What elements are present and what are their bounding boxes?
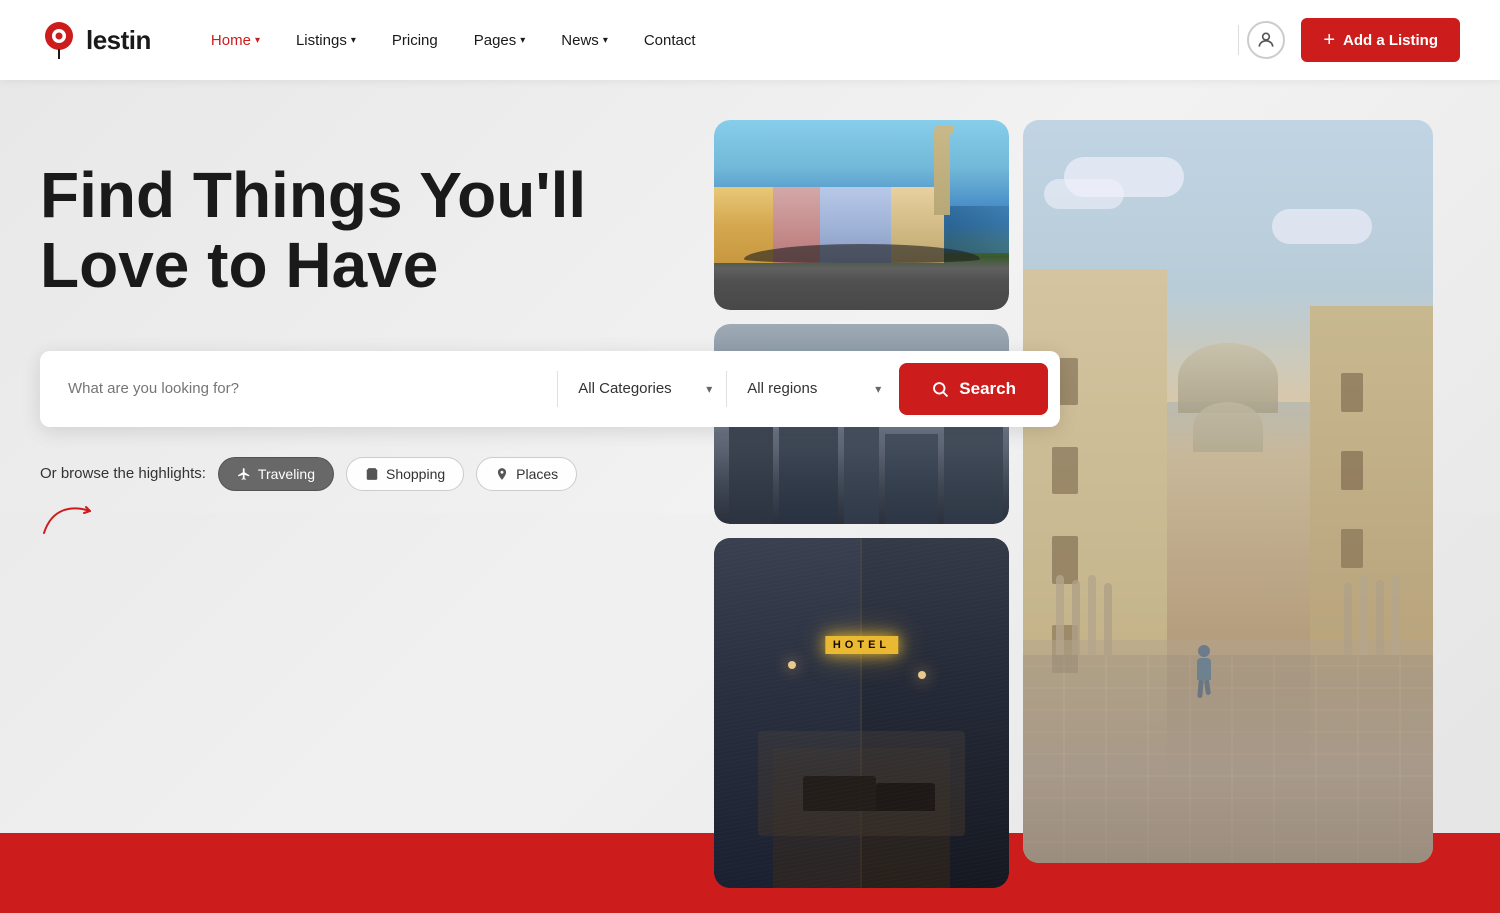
highlight-tag-traveling[interactable]: Traveling — [218, 457, 334, 491]
image-venice — [714, 120, 1009, 310]
news-dropdown-arrow: ▾ — [603, 35, 608, 46]
listings-dropdown-arrow: ▾ — [351, 35, 356, 46]
site-logo[interactable]: lestin — [40, 21, 151, 59]
search-icon — [931, 380, 949, 398]
nav-item-home[interactable]: Home ▾ — [211, 32, 260, 49]
search-bar: All Categories Restaurants Hotels Shoppi… — [40, 351, 1060, 427]
nav-item-contact[interactable]: Contact — [644, 32, 696, 49]
pages-dropdown-arrow: ▾ — [520, 35, 525, 46]
nav-item-pricing[interactable]: Pricing — [392, 32, 438, 49]
nav-item-news[interactable]: News ▾ — [561, 32, 608, 49]
image-street: HOTEL — [714, 538, 1009, 888]
regions-select[interactable]: All regions Europe Asia Americas Africa — [731, 370, 891, 407]
main-nav: Home ▾ Listings ▾ Pricing Pages ▾ News ▾… — [211, 32, 1230, 49]
highlight-tag-places[interactable]: Places — [476, 457, 577, 491]
nav-divider — [1238, 25, 1239, 55]
nav-item-pages[interactable]: Pages ▾ — [474, 32, 526, 49]
search-divider-1 — [557, 371, 558, 407]
hero-section: Find Things You'll Love to Have All Cate… — [0, 80, 1500, 913]
bag-icon — [365, 467, 379, 481]
add-listing-button[interactable]: + Add a Listing — [1301, 18, 1460, 62]
hero-headline: Find Things You'll Love to Have — [40, 160, 600, 301]
image-rome — [1023, 120, 1433, 902]
categories-select[interactable]: All Categories Restaurants Hotels Shoppi… — [562, 370, 722, 407]
highlight-tag-shopping[interactable]: Shopping — [346, 457, 464, 491]
user-icon — [1256, 30, 1276, 50]
hero-content: Find Things You'll Love to Have All Cate… — [40, 160, 600, 538]
search-divider-2 — [726, 371, 727, 407]
categories-select-wrapper: All Categories Restaurants Hotels Shoppi… — [562, 370, 722, 407]
logo-text: lestin — [86, 25, 151, 56]
arrow-doodle-icon — [42, 503, 97, 538]
home-dropdown-arrow: ▾ — [255, 35, 260, 46]
highlights-label: Or browse the highlights: — [40, 465, 206, 482]
site-header: lestin Home ▾ Listings ▾ Pricing Pages ▾… — [0, 0, 1500, 80]
plus-icon: + — [1323, 29, 1335, 52]
user-account-button[interactable] — [1247, 21, 1285, 59]
pin-icon — [495, 467, 509, 481]
search-button[interactable]: Search — [899, 363, 1048, 415]
highlights-row: Or browse the highlights: Traveling Shop… — [40, 457, 600, 538]
plane-icon — [237, 467, 251, 481]
search-input[interactable] — [52, 370, 553, 407]
logo-icon — [40, 21, 78, 59]
hero-images-grid: HOTEL — [700, 80, 1500, 913]
nav-item-listings[interactable]: Listings ▾ — [296, 32, 356, 49]
regions-select-wrapper: All regions Europe Asia Americas Africa … — [731, 370, 891, 407]
